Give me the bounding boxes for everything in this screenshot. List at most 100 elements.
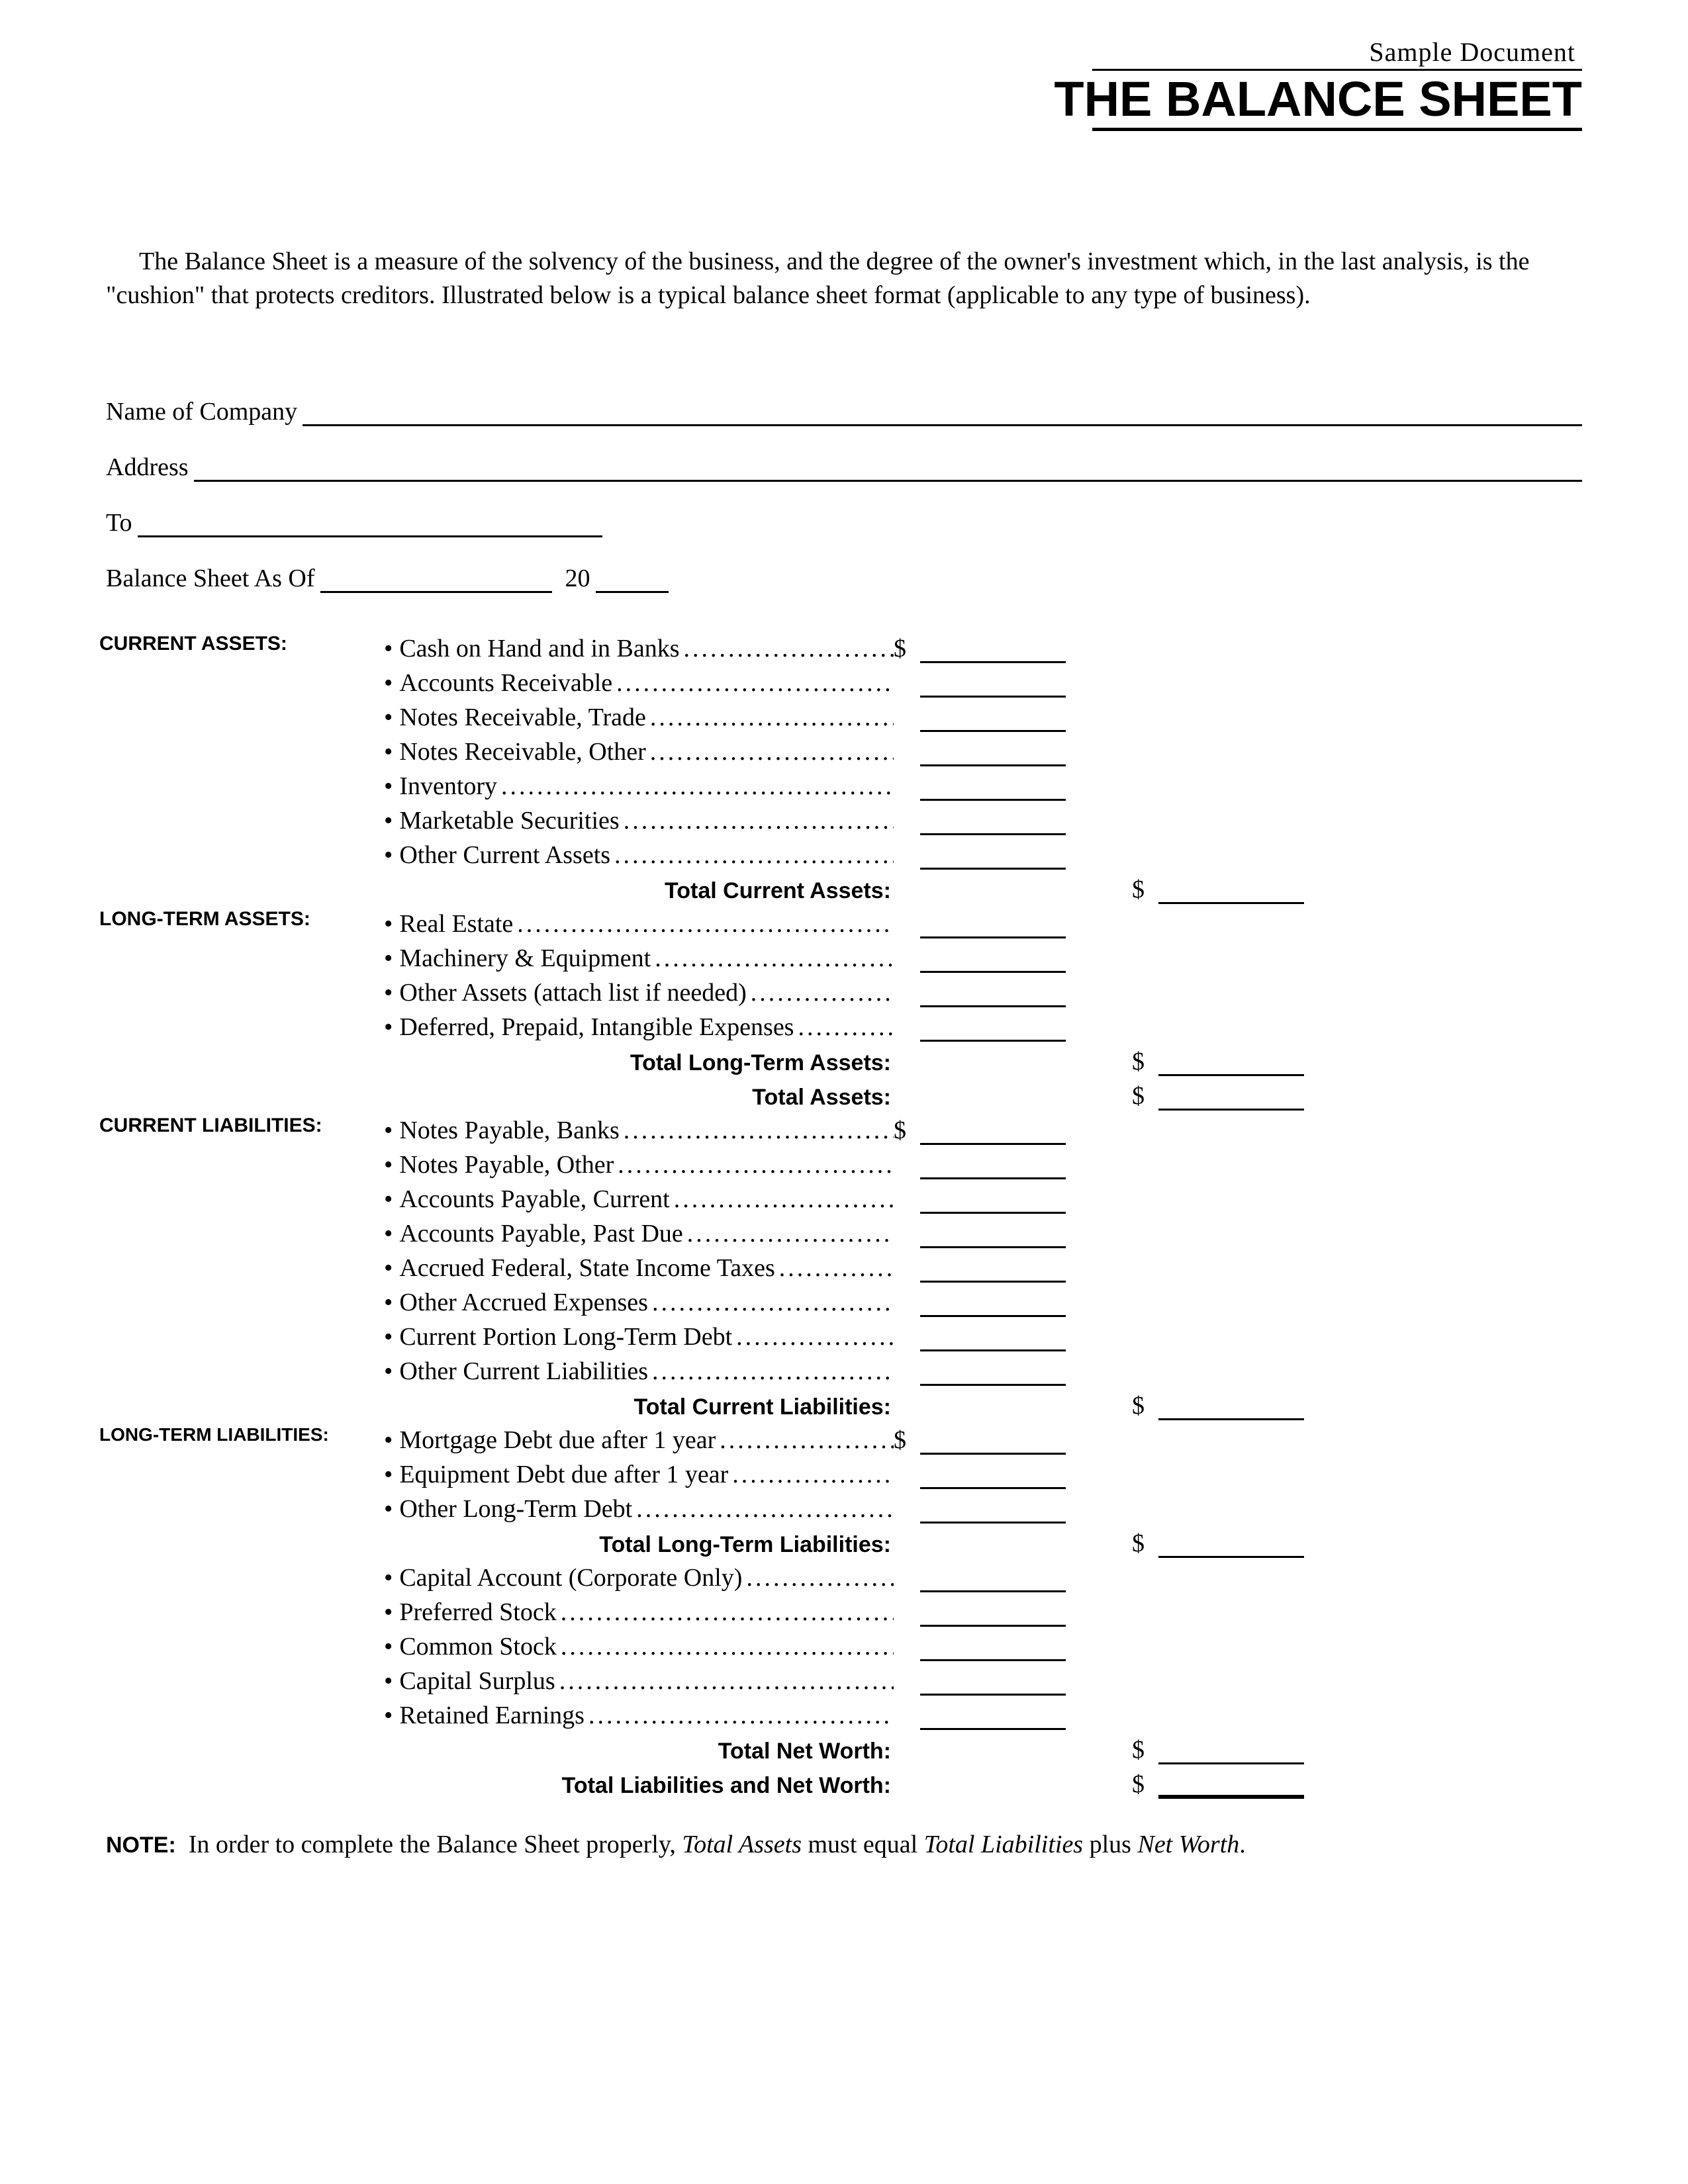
company-input-line[interactable] [303, 399, 1582, 426]
asof-year-line[interactable] [596, 566, 669, 593]
asof-month-line[interactable] [320, 566, 552, 593]
intro-text: The Balance Sheet is a measure of the so… [106, 248, 1529, 309]
row-cl-4: •Accrued Federal, State Income Taxes [99, 1248, 1582, 1283]
amount-line[interactable] [920, 1462, 1066, 1489]
to-input-line[interactable] [138, 510, 602, 537]
row-total-long-term-assets: Total Long-Term Assets: $ [99, 1042, 1582, 1076]
item-label: Cash on Hand and in Banks [399, 634, 679, 663]
amount-line[interactable] [920, 1187, 1066, 1214]
amount-line[interactable] [920, 670, 1066, 698]
row-lta-2: •Other Assets (attach list if needed) [99, 973, 1582, 1007]
total-label: Total Long-Term Assets: [384, 1050, 894, 1076]
amount-line[interactable] [920, 774, 1066, 801]
row-ca-0: CURRENT ASSETS: •Cash on Hand and in Ban… [99, 629, 1582, 663]
row-ca-5: •Marketable Securities [99, 801, 1582, 835]
total-label: Total Assets: [384, 1085, 894, 1111]
currency-symbol: $ [894, 1116, 920, 1145]
total-label: Total Long-Term Liabilities: [384, 1532, 894, 1558]
item-label: Accrued Federal, State Income Taxes [399, 1253, 774, 1283]
row-total-current-assets: Total Current Assets: $ [99, 870, 1582, 904]
row-eq-0: •Capital Account (Corporate Only) [99, 1558, 1582, 1592]
row-cl-2: •Accounts Payable, Current [99, 1179, 1582, 1214]
item-label: Equipment Debt due after 1 year [399, 1460, 728, 1489]
item-label: Notes Payable, Banks [399, 1116, 619, 1145]
amount-line[interactable] [920, 808, 1066, 835]
amount-line[interactable] [920, 636, 1066, 663]
grand-total-line[interactable] [1158, 1770, 1304, 1799]
item-label: Notes Receivable, Trade [399, 703, 646, 732]
leaders [585, 1701, 894, 1730]
currency-symbol: $ [1132, 1529, 1158, 1558]
amount-line[interactable] [920, 1428, 1066, 1455]
amount-line[interactable] [920, 946, 1066, 973]
leaders [747, 978, 894, 1007]
row-total-assets: Total Assets: $ [99, 1076, 1582, 1111]
amount-line[interactable] [920, 1600, 1066, 1627]
row-total-net-worth: Total Net Worth: $ [99, 1730, 1582, 1764]
total-label: Total Liabilities and Net Worth: [384, 1773, 894, 1799]
total-line[interactable] [1158, 877, 1304, 904]
leaders [610, 841, 894, 870]
leaders [648, 1357, 894, 1386]
amount-line[interactable] [920, 1496, 1066, 1524]
amount-line[interactable] [920, 1668, 1066, 1696]
leaders [775, 1253, 894, 1283]
row-ca-1: •Accounts Receivable [99, 663, 1582, 698]
leaders [742, 1563, 894, 1592]
item-label: Current Portion Long-Term Debt [399, 1322, 732, 1351]
amount-line[interactable] [920, 1152, 1066, 1179]
intro-paragraph: The Balance Sheet is a measure of the so… [106, 245, 1582, 313]
field-company: Name of Company [106, 397, 1582, 426]
amount-line[interactable] [920, 1634, 1066, 1661]
address-input-line[interactable] [194, 455, 1582, 482]
amount-line[interactable] [920, 705, 1066, 732]
row-lta-3: •Deferred, Prepaid, Intangible Expenses [99, 1007, 1582, 1042]
leaders [794, 1013, 894, 1042]
note-text-mid1: must equal [802, 1831, 924, 1858]
row-cl-0: CURRENT LIABILITIES: •Notes Payable, Ban… [99, 1111, 1582, 1145]
amount-line[interactable] [920, 980, 1066, 1007]
leaders [683, 1219, 894, 1248]
heading-current-assets: CURRENT ASSETS: [99, 629, 384, 655]
total-line[interactable] [1158, 1737, 1304, 1764]
leaders [646, 737, 894, 766]
item-label: Accounts Payable, Past Due [399, 1219, 682, 1248]
row-lta-1: •Machinery & Equipment [99, 938, 1582, 973]
row-ltl-1: •Equipment Debt due after 1 year [99, 1455, 1582, 1489]
row-ca-6: •Other Current Assets [99, 835, 1582, 870]
row-cl-5: •Other Accrued Expenses [99, 1283, 1582, 1317]
total-line[interactable] [1158, 1049, 1304, 1076]
amount-line[interactable] [920, 1118, 1066, 1145]
total-line[interactable] [1158, 1393, 1304, 1420]
amount-line[interactable] [920, 1015, 1066, 1042]
amount-line[interactable] [920, 842, 1066, 870]
item-label: Accounts Payable, Current [399, 1185, 669, 1214]
leaders [651, 944, 894, 973]
total-line[interactable] [1158, 1531, 1304, 1558]
heading-long-term-assets: LONG-TERM ASSETS: [99, 904, 384, 931]
amount-line[interactable] [920, 1565, 1066, 1592]
rule-thick [1092, 128, 1582, 131]
amount-line[interactable] [920, 1290, 1066, 1317]
item-label: Real Estate [399, 909, 513, 938]
total-label: Total Net Worth: [384, 1739, 894, 1764]
item-label: Other Long-Term Debt [399, 1494, 632, 1524]
address-label: Address [106, 453, 194, 482]
row-eq-3: •Capital Surplus [99, 1661, 1582, 1696]
page-title: THE BALANCE SHEET [1054, 75, 1582, 124]
amount-line[interactable] [920, 1221, 1066, 1248]
amount-line[interactable] [920, 1324, 1066, 1351]
currency-symbol: $ [894, 1426, 920, 1455]
row-eq-2: •Common Stock [99, 1627, 1582, 1661]
total-line[interactable] [1158, 1083, 1304, 1111]
row-cl-6: •Current Portion Long-Term Debt [99, 1317, 1582, 1351]
row-cl-7: •Other Current Liabilities [99, 1351, 1582, 1386]
amount-line[interactable] [920, 1255, 1066, 1283]
amount-line[interactable] [920, 911, 1066, 938]
amount-line[interactable] [920, 1359, 1066, 1386]
amount-line[interactable] [920, 739, 1066, 766]
item-label: Capital Surplus [399, 1666, 555, 1696]
amount-line[interactable] [920, 1703, 1066, 1730]
currency-symbol: $ [1132, 1770, 1158, 1799]
field-address: Address [106, 453, 1582, 482]
